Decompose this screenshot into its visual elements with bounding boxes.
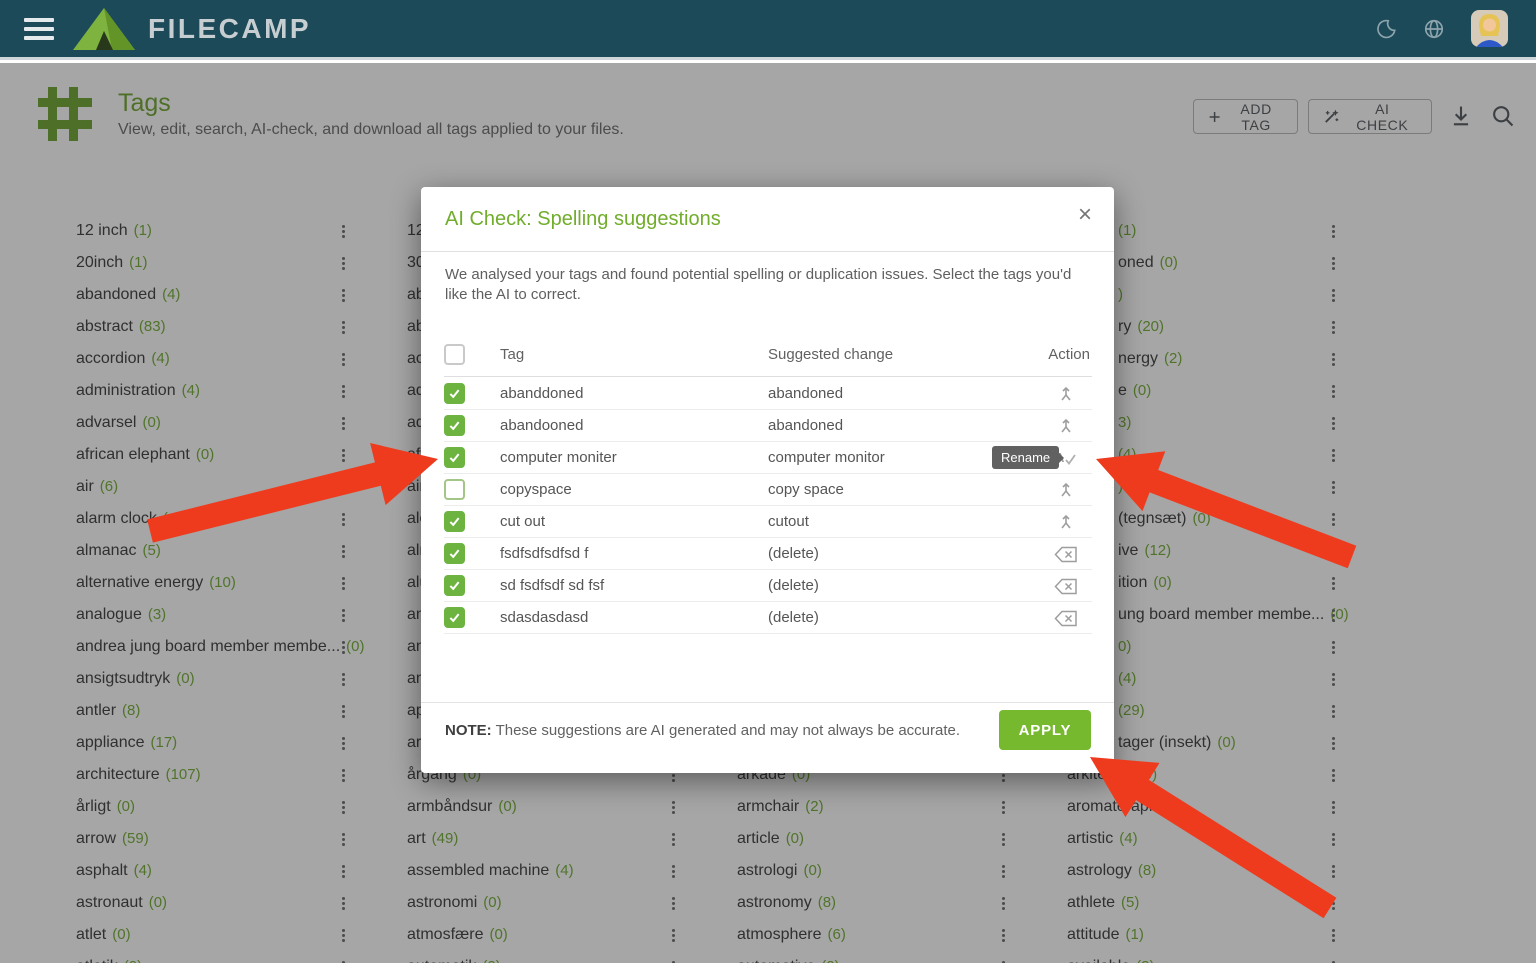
suggestion-row: sdasdasdasd (delete) (444, 602, 1092, 634)
row-suggestion: abandoned (768, 417, 843, 434)
row-action-button[interactable] (1051, 382, 1081, 406)
logo-tent-icon (72, 7, 136, 51)
rename-tooltip: Rename (992, 446, 1059, 469)
row-checkbox-checked[interactable] (444, 447, 465, 468)
suggestion-row: copyspace copy space (444, 474, 1092, 506)
moon-icon[interactable] (1375, 18, 1397, 40)
note-text: These suggestions are AI generated and m… (496, 722, 960, 739)
row-checkbox-checked[interactable] (444, 607, 465, 628)
hamburger-menu-icon[interactable] (24, 18, 54, 40)
row-checkbox-unchecked[interactable] (444, 479, 465, 500)
row-checkbox-checked[interactable] (444, 575, 465, 596)
row-suggestion: (delete) (768, 577, 819, 594)
column-header-tag: Tag (500, 346, 524, 363)
suggestion-row: fsdfsdfsdfsd f (delete) (444, 538, 1092, 570)
row-action-button[interactable] (1051, 542, 1081, 566)
row-checkbox-checked[interactable] (444, 415, 465, 436)
row-tag-name: computer moniter (500, 449, 617, 466)
backspace-icon (1054, 610, 1078, 627)
row-suggestion: abandoned (768, 385, 843, 402)
column-header-suggestion: Suggested change (768, 346, 893, 363)
row-suggestion: (delete) (768, 545, 819, 562)
brand-name: FILECAMP (148, 13, 311, 45)
suggestion-rows: abanddoned abandoned abandooned abandoned co… (444, 378, 1092, 634)
backspace-icon (1054, 546, 1078, 563)
suggestions-table: Tag Suggested change Action abanddonedab… (444, 187, 1092, 773)
row-action-button[interactable] (1051, 414, 1081, 438)
merge-icon (1056, 416, 1076, 436)
row-action-button[interactable] (1051, 574, 1081, 598)
row-suggestion: computer monitor (768, 449, 885, 466)
user-avatar[interactable] (1471, 10, 1508, 47)
modal-note: NOTE: These suggestions are AI generated… (445, 722, 960, 739)
row-action-button[interactable] (1051, 606, 1081, 630)
row-action-button[interactable] (1051, 510, 1081, 534)
row-tag-name: sdasdasdasd (500, 609, 588, 626)
suggestion-row: sd fsdfsdf sd fsf (delete) (444, 570, 1092, 602)
row-checkbox-checked[interactable] (444, 383, 465, 404)
suggestion-row: abanddoned abandoned (444, 378, 1092, 410)
row-suggestion: cutout (768, 513, 809, 530)
suggestion-row: abandooned abandoned (444, 410, 1092, 442)
merge-icon (1056, 480, 1076, 500)
merge-icon (1056, 384, 1076, 404)
merge-icon (1056, 512, 1076, 532)
column-header-action: Action (1048, 346, 1090, 363)
backspace-icon (1054, 578, 1078, 595)
row-tag-name: cut out (500, 513, 545, 530)
row-checkbox-checked[interactable] (444, 511, 465, 532)
ai-check-modal: AI Check: Spelling suggestions × We anal… (421, 187, 1114, 773)
apply-button[interactable]: APPLY (999, 710, 1091, 750)
row-checkbox-checked[interactable] (444, 543, 465, 564)
globe-icon[interactable] (1423, 18, 1445, 40)
note-label: NOTE: (445, 722, 492, 739)
app-header: FILECAMP (0, 0, 1536, 60)
suggestion-row: cut out cutout (444, 506, 1092, 538)
footer-divider (421, 702, 1114, 703)
row-tag-name: abanddoned (500, 385, 583, 402)
row-action-button[interactable] (1051, 478, 1081, 502)
row-tag-name: sd fsdfsdf sd fsf (500, 577, 604, 594)
row-tag-name: abandooned (500, 417, 583, 434)
table-header-row: Tag Suggested change Action (444, 335, 1092, 377)
row-suggestion: copy space (768, 481, 844, 498)
row-tag-name: copyspace (500, 481, 572, 498)
select-all-checkbox[interactable] (444, 344, 465, 365)
row-tag-name: fsdfsdfsdfsd f (500, 545, 588, 562)
filecamp-logo: FILECAMP (72, 7, 311, 51)
row-suggestion: (delete) (768, 609, 819, 626)
